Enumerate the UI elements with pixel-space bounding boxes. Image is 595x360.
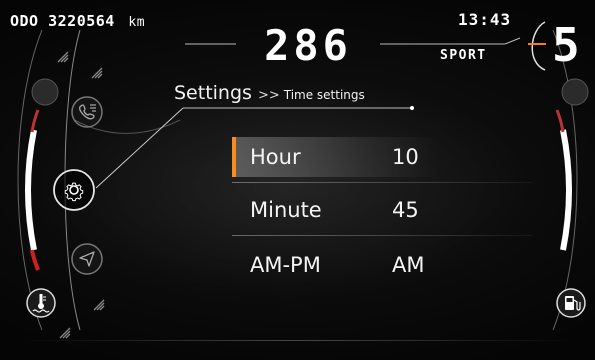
fuel-pump-icon xyxy=(556,288,586,318)
breadcrumb-separator: >> xyxy=(257,88,280,103)
navigation-menu-button[interactable] xyxy=(70,242,104,280)
instrument-cluster-screen: { "status": { "odometer_label": "ODO", "… xyxy=(0,0,595,360)
odometer-unit: km xyxy=(128,15,146,30)
bottom-divider xyxy=(20,340,575,341)
ride-mode-label: SPORT xyxy=(440,48,487,63)
odometer-label: ODO xyxy=(10,12,39,30)
settings-menu-button[interactable] xyxy=(52,168,96,216)
signal-icon xyxy=(93,299,105,311)
coolant-temperature-icon xyxy=(26,288,56,318)
navigation-icon xyxy=(71,243,103,275)
breadcrumb-current: Time settings xyxy=(283,88,365,102)
row-divider xyxy=(232,235,532,236)
setting-value: AM xyxy=(392,253,425,277)
signal-icon xyxy=(59,327,71,339)
settings-gear-icon xyxy=(53,169,95,211)
speed-readout: 286 xyxy=(264,21,352,70)
setting-label: AM-PM xyxy=(250,253,321,277)
clock: 13:43 xyxy=(458,10,512,29)
setting-row-hour[interactable]: Hour 10 xyxy=(232,137,527,177)
phone-menu-button[interactable] xyxy=(70,95,104,133)
setting-label: Minute xyxy=(250,198,322,222)
row-divider xyxy=(232,182,532,183)
odometer: ODO 3220564 km xyxy=(10,12,145,30)
fuel-level-indicator xyxy=(556,288,586,322)
coolant-temperature-indicator xyxy=(26,288,56,322)
signal-icon xyxy=(57,51,69,63)
signal-icon xyxy=(91,67,103,79)
setting-row-am-pm[interactable]: AM-PM AM xyxy=(232,245,527,285)
odometer-value: 3220564 xyxy=(48,12,115,30)
setting-label: Hour xyxy=(250,145,301,169)
breadcrumb: Settings >> Time settings xyxy=(174,82,365,104)
phone-icon xyxy=(71,96,103,128)
setting-row-minute[interactable]: Minute 45 xyxy=(232,190,527,230)
setting-value: 10 xyxy=(392,145,419,169)
breadcrumb-title[interactable]: Settings xyxy=(174,82,252,104)
gear-indicator: 5 xyxy=(552,18,581,72)
setting-value: 45 xyxy=(392,198,419,222)
